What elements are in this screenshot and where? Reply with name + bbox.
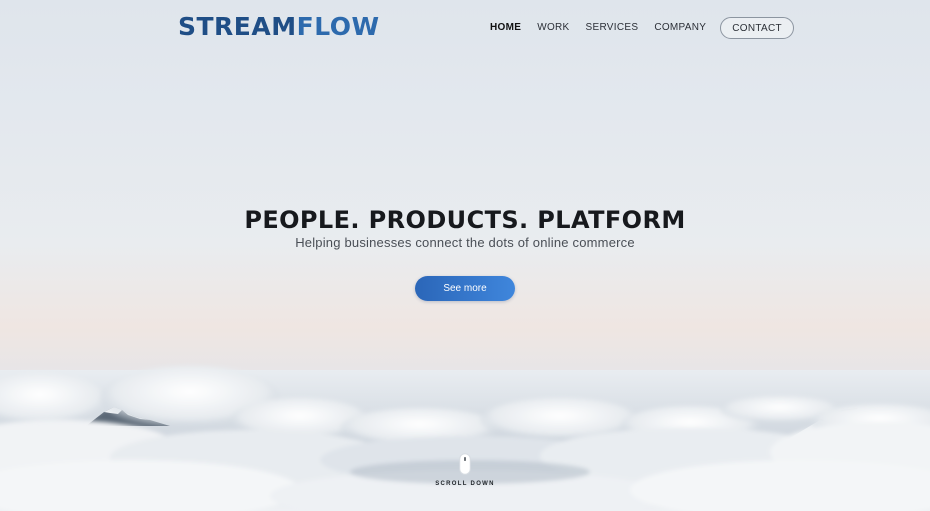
see-more-button[interactable]: See more: [415, 276, 515, 301]
hero-subtitle: Helping businesses connect the dots of o…: [295, 235, 635, 250]
hero-title: PEOPLE. PRODUCTS. PLATFORM: [244, 206, 686, 234]
nav-link-work[interactable]: WORK: [537, 17, 569, 39]
scroll-down-label: SCROLL DOWN: [435, 481, 495, 487]
logo-text-flow: FLOW: [296, 12, 380, 41]
landing-page: STREAMFLOW HOME WORK SERVICES COMPANY CO…: [0, 0, 930, 511]
main-nav: HOME WORK SERVICES COMPANY CONTACT: [490, 17, 794, 39]
scroll-down-link[interactable]: SCROLL DOWN: [425, 453, 505, 493]
contact-button[interactable]: CONTACT: [720, 17, 794, 39]
nav-link-company[interactable]: COMPANY: [654, 17, 706, 39]
logo-text-stream: STREAM: [178, 12, 297, 41]
nav-link-home[interactable]: HOME: [490, 17, 521, 39]
nav-link-services[interactable]: SERVICES: [586, 17, 639, 39]
brand-logo[interactable]: STREAMFLOW: [178, 12, 380, 42]
mouse-icon: [459, 453, 471, 475]
